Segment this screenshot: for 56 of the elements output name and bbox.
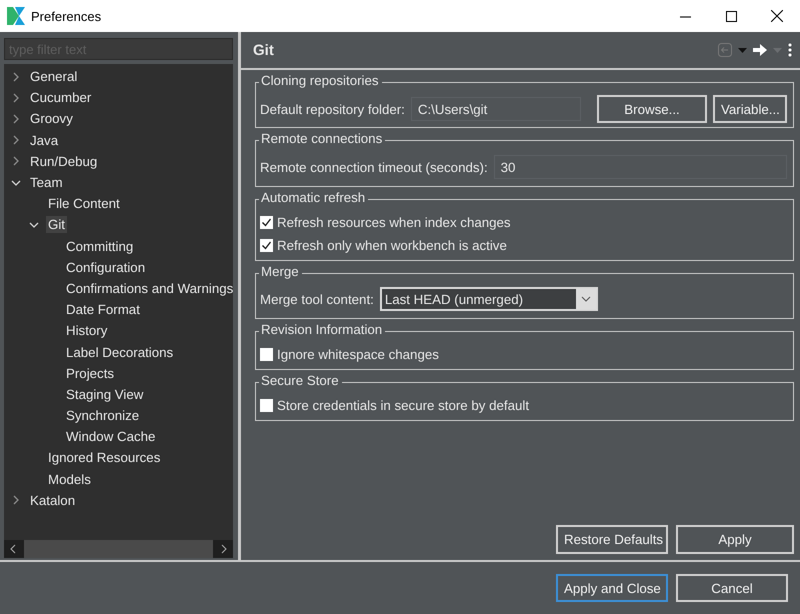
merge-dropdown[interactable]: Last HEAD (unmerged) bbox=[380, 287, 598, 311]
cancel-button[interactable]: Cancel bbox=[676, 574, 788, 602]
checkbox[interactable] bbox=[260, 216, 273, 229]
tree-item[interactable]: Confirmations and Warnings bbox=[64, 280, 233, 297]
more-icon[interactable] bbox=[788, 43, 792, 57]
checkbox-label[interactable]: Refresh only when workbench is active bbox=[277, 238, 507, 253]
tree-item[interactable]: Staging View bbox=[64, 386, 146, 403]
field-label: Default repository folder: bbox=[260, 102, 405, 116]
tree-item[interactable]: History bbox=[64, 322, 110, 340]
timeout-field[interactable]: 30 bbox=[494, 155, 787, 179]
tree-item[interactable]: Git bbox=[46, 216, 67, 234]
tree-item[interactable]: Label Decorations bbox=[64, 344, 176, 361]
checkbox[interactable] bbox=[260, 348, 273, 361]
app-logo-icon bbox=[6, 6, 26, 26]
page-title: Git bbox=[253, 42, 275, 58]
group-title: Automatic refresh bbox=[259, 190, 368, 205]
dropdown-caret-icon[interactable] bbox=[738, 48, 747, 52]
group-title: Secure Store bbox=[259, 373, 342, 388]
tree-item[interactable]: Groovy bbox=[28, 110, 75, 128]
tree-item[interactable]: Projects bbox=[64, 364, 116, 382]
field-label: Merge tool content: bbox=[260, 292, 374, 306]
group-title: Cloning repositories bbox=[259, 73, 382, 88]
tree-item[interactable]: Date Format bbox=[64, 301, 142, 318]
tree-item[interactable]: Run/Debug bbox=[28, 152, 100, 170]
checkbox[interactable] bbox=[260, 399, 273, 412]
tree-item[interactable]: Team bbox=[28, 174, 65, 192]
tree-item[interactable]: Synchronize bbox=[64, 407, 142, 424]
folder-field[interactable]: C:\Users\git bbox=[410, 97, 581, 121]
tree-item[interactable]: Cucumber bbox=[28, 89, 94, 106]
apply-button[interactable]: Apply bbox=[676, 525, 794, 554]
restore-defaults-button[interactable]: Restore Defaults bbox=[556, 525, 668, 554]
tree-item[interactable]: Configuration bbox=[64, 258, 148, 276]
tree-item[interactable]: Committing bbox=[64, 238, 136, 255]
tree-item[interactable]: Models bbox=[46, 470, 93, 488]
scrollbar-thumb[interactable] bbox=[24, 540, 213, 558]
tree-item[interactable]: General bbox=[28, 68, 80, 86]
tree-item[interactable]: Java bbox=[28, 132, 60, 149]
window-title: Preferences bbox=[31, 8, 102, 24]
field-label: Remote connection timeout (seconds): bbox=[260, 160, 488, 174]
tree-item[interactable]: File Content bbox=[46, 195, 122, 212]
checkbox-label[interactable]: Store credentials in secure store by default bbox=[277, 398, 530, 413]
tree-item[interactable]: Window Cache bbox=[64, 428, 158, 446]
tree-item[interactable]: Ignored Resources bbox=[46, 449, 162, 466]
browse-button[interactable]: Browse... bbox=[597, 95, 707, 123]
forward-arrow-icon[interactable] bbox=[753, 44, 767, 56]
chevron-down-icon[interactable] bbox=[580, 296, 591, 302]
checkbox[interactable] bbox=[260, 239, 273, 252]
group-title: Revision Information bbox=[259, 322, 386, 337]
group-title: Merge bbox=[259, 264, 302, 279]
apply-and-close-button[interactable]: Apply and Close bbox=[556, 574, 668, 602]
tree-item[interactable]: Katalon bbox=[28, 492, 78, 509]
checkbox-label[interactable]: Ignore whitespace changes bbox=[277, 347, 439, 362]
variable-button[interactable]: Variable... bbox=[713, 95, 787, 123]
group-title: Remote connections bbox=[259, 131, 386, 146]
dropdown-caret-icon bbox=[773, 48, 782, 52]
checkbox-label[interactable]: Refresh resources when index changes bbox=[277, 215, 511, 230]
